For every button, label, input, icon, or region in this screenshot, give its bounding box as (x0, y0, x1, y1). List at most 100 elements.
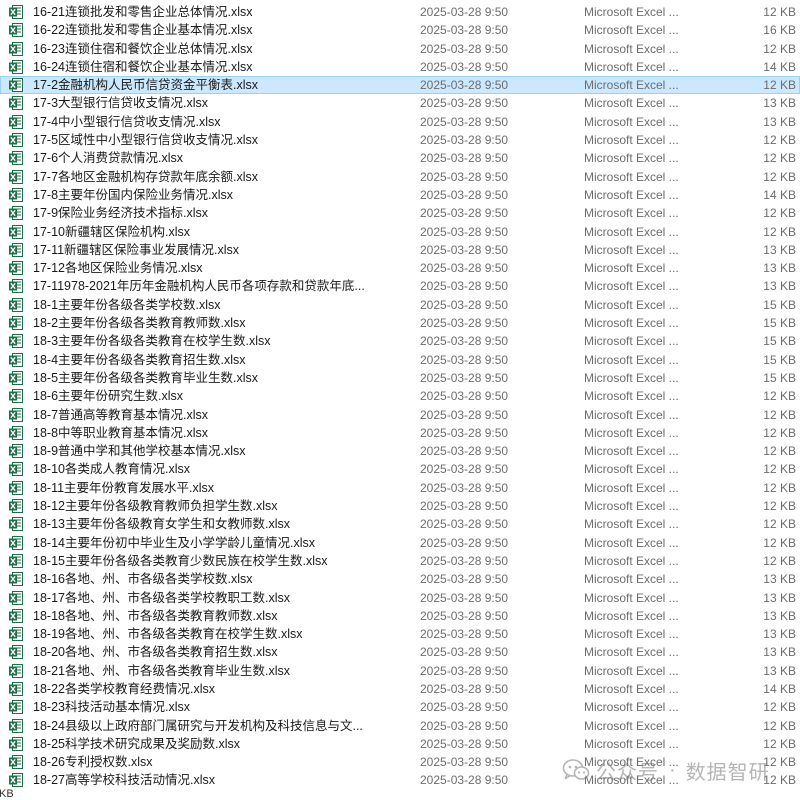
file-type: Microsoft Excel ... (584, 297, 679, 312)
file-size: 12 KB (763, 78, 796, 93)
file-row[interactable]: 17-7各地区金融机构存贷款年底余额.xlsx 2025-03-28 9:50 Mi… (0, 168, 800, 186)
file-type: Microsoft Excel ... (584, 114, 679, 129)
file-type: Microsoft Excel ... (584, 187, 679, 202)
file-row[interactable]: 18-16各地、州、市各级各类学校数.xlsx 2025-03-28 9:50 Mi… (0, 570, 800, 588)
file-type: Microsoft Excel ... (584, 425, 679, 440)
file-date-modified: 2025-03-28 9:50 (420, 608, 509, 623)
file-row[interactable]: 18-2主要年份各级各类教育教师数.xlsx 2025-03-28 9:50 Mic… (0, 314, 800, 332)
file-row[interactable]: 18-13主要年份各级教育女学生和女教师数.xlsx 2025-03-28 9:5… (0, 515, 800, 533)
file-size: 13 KB (763, 242, 796, 257)
file-type: Microsoft Excel ... (584, 553, 679, 568)
file-row[interactable]: 18-11主要年份教育发展水平.xlsx 2025-03-28 9:50 Micro… (0, 479, 800, 497)
file-row[interactable]: 17-9保险业务经济技术指标.xlsx 2025-03-28 9:50 Micros… (0, 204, 800, 222)
file-row[interactable]: 18-12主要年份各级教育教师负担学生数.xlsx 2025-03-28 9:50… (0, 497, 800, 515)
file-date-modified: 2025-03-28 9:50 (420, 480, 509, 495)
excel-file-icon (9, 334, 23, 349)
file-name: 16-22连锁批发和零售企业基本情况.xlsx (33, 23, 253, 38)
file-size: 12 KB (763, 41, 796, 56)
excel-file-icon (9, 78, 23, 93)
file-name: 18-6主要年份研究生数.xlsx (33, 389, 184, 404)
file-row[interactable]: 18-5主要年份各级各类教育毕业生数.xlsx 2025-03-28 9:50 Mi… (0, 369, 800, 387)
file-row[interactable]: 18-7普通高等教育基本情况.xlsx 2025-03-28 9:50 Micros… (0, 406, 800, 424)
file-type: Microsoft Excel ... (584, 517, 679, 532)
file-row[interactable]: 16-24连锁住宿和餐饮企业基本情况.xlsx 2025-03-28 9:50 Mi… (0, 58, 800, 76)
file-row[interactable]: 18-20各地、州、市各级各类教育招生数.xlsx 2025-03-28 9:50… (0, 643, 800, 661)
file-row[interactable]: 18-21各地、州、市各级各类教育毕业生数.xlsx 2025-03-28 9:5… (0, 662, 800, 680)
file-size: 12 KB (763, 700, 796, 715)
file-row[interactable]: 18-9普通中学和其他学校基本情况.xlsx 2025-03-28 9:50 Mic… (0, 442, 800, 460)
file-name: 18-13主要年份各级教育女学生和女教师数.xlsx (33, 517, 290, 532)
excel-file-icon (9, 5, 23, 19)
file-row[interactable]: 18-17各地、州、市各级各类学校教职工数.xlsx 2025-03-28 9:5… (0, 589, 800, 607)
file-type: Microsoft Excel ... (584, 389, 679, 404)
file-type: Microsoft Excel ... (584, 681, 679, 696)
file-row[interactable]: 18-15主要年份各级各类教育少数民族在校学生数.xlsx 2025-03-28 … (0, 552, 800, 570)
file-name: 17-3大型银行信贷收支情况.xlsx (33, 96, 209, 111)
file-size: 12 KB (763, 151, 796, 166)
file-date-modified: 2025-03-28 9:50 (420, 23, 509, 38)
file-size: 12 KB (763, 535, 796, 550)
file-type: Microsoft Excel ... (584, 41, 679, 56)
file-size: 12 KB (763, 718, 796, 733)
file-row[interactable]: 17-6个人消费贷款情况.xlsx 2025-03-28 9:50 Microsof… (0, 149, 800, 167)
file-row[interactable]: 18-25科学技术研究成果及奖励数.xlsx 2025-03-28 9:50 Mic… (0, 735, 800, 753)
file-row[interactable]: 17-11978-2021年历年金融机构人民币各项存款和贷款年底... 2025-… (0, 277, 800, 295)
file-row[interactable]: 18-18各地、州、市各级各类教育教师数.xlsx 2025-03-28 9:50… (0, 607, 800, 625)
file-row[interactable]: 16-22连锁批发和零售企业基本情况.xlsx 2025-03-28 9:50 Mi… (0, 21, 800, 39)
file-row[interactable]: 18-19各地、州、市各级各类教育在校学生数.xlsx 2025-03-28 9:… (0, 625, 800, 643)
file-name: 18-3主要年份各级各类教育在校学生数.xlsx (33, 334, 271, 349)
file-row[interactable]: 18-14主要年份初中毕业生及小学学龄儿童情况.xlsx 2025-03-28 9… (0, 534, 800, 552)
file-date-modified: 2025-03-28 9:50 (420, 700, 509, 715)
file-row[interactable]: 18-3主要年份各级各类教育在校学生数.xlsx 2025-03-28 9:50 M… (0, 332, 800, 350)
file-row[interactable]: 17-3大型银行信贷收支情况.xlsx 2025-03-28 9:50 Micros… (0, 94, 800, 112)
file-type: Microsoft Excel ... (584, 224, 679, 239)
file-name: 17-9保险业务经济技术指标.xlsx (33, 206, 209, 221)
file-name: 18-11主要年份教育发展水平.xlsx (33, 480, 215, 495)
file-row[interactable]: 17-10新疆辖区保险机构.xlsx 2025-03-28 9:50 Microso… (0, 223, 800, 241)
file-date-modified: 2025-03-28 9:50 (420, 133, 509, 148)
file-date-modified: 2025-03-28 9:50 (420, 352, 509, 367)
file-size: 15 KB (763, 370, 796, 385)
file-row[interactable]: 18-22各类学校教育经费情况.xlsx 2025-03-28 9:50 Micro… (0, 680, 800, 698)
file-type: Microsoft Excel ... (584, 59, 679, 74)
file-name: 18-20各地、州、市各级各类教育招生数.xlsx (33, 645, 278, 660)
file-size: 13 KB (763, 663, 796, 678)
file-date-modified: 2025-03-28 9:50 (420, 297, 509, 312)
file-date-modified: 2025-03-28 9:50 (420, 389, 509, 404)
file-row[interactable]: 18-8中等职业教育基本情况.xlsx 2025-03-28 9:50 Micros… (0, 424, 800, 442)
excel-file-icon (9, 389, 23, 404)
file-row[interactable]: 17-8主要年份国内保险业务情况.xlsx 2025-03-28 9:50 Micr… (0, 186, 800, 204)
file-row[interactable]: 17-2金融机构人民币信贷资金平衡表.xlsx 2025-03-28 9:50 Mi… (0, 76, 800, 95)
file-date-modified: 2025-03-28 9:50 (420, 736, 509, 751)
file-date-modified: 2025-03-28 9:50 (420, 444, 509, 459)
file-type: Microsoft Excel ... (584, 627, 679, 642)
file-size: 12 KB (763, 444, 796, 459)
file-row[interactable]: 17-12各地区保险业务情况.xlsx 2025-03-28 9:50 Micros… (0, 259, 800, 277)
excel-file-icon (9, 297, 23, 312)
file-row[interactable]: 17-4中小型银行信贷收支情况.xlsx 2025-03-28 9:50 Micro… (0, 113, 800, 131)
file-type: Microsoft Excel ... (584, 700, 679, 715)
file-row[interactable]: 16-23连锁住宿和餐饮企业总体情况.xlsx 2025-03-28 9:50 Mi… (0, 40, 800, 58)
watermark: 公众号 · 数据智研 (562, 755, 770, 785)
file-date-modified: 2025-03-28 9:50 (420, 553, 509, 568)
file-row[interactable]: 18-23科技活动基本情况.xlsx 2025-03-28 9:50 Microso… (0, 698, 800, 716)
file-row[interactable]: 18-4主要年份各级各类教育招生数.xlsx 2025-03-28 9:50 Mic… (0, 351, 800, 369)
file-date-modified: 2025-03-28 9:50 (420, 645, 509, 660)
file-row[interactable]: 17-5区域性中小型银行信贷收支情况.xlsx 2025-03-28 9:50 Mi… (0, 131, 800, 149)
file-name: 17-5区域性中小型银行信贷收支情况.xlsx (33, 133, 259, 148)
file-row[interactable]: 18-6主要年份研究生数.xlsx 2025-03-28 9:50 Microsof… (0, 387, 800, 405)
file-type: Microsoft Excel ... (584, 499, 679, 514)
file-size: 15 KB (763, 352, 796, 367)
file-row[interactable]: 18-24县级以上政府部门属研究与开发机构及科技信息与文... 2025-03-2… (0, 717, 800, 735)
file-size: 13 KB (763, 608, 796, 623)
file-row[interactable]: 16-21连锁批发和零售企业总体情况.xlsx 2025-03-28 9:50 Mi… (0, 3, 800, 21)
file-list: 16-21连锁批发和零售企业总体情况.xlsx 2025-03-28 9:50 Mi… (0, 3, 800, 790)
file-size: 12 KB (763, 425, 796, 440)
file-row[interactable]: 17-11新疆辖区保险事业发展情况.xlsx 2025-03-28 9:50 Mic… (0, 241, 800, 259)
file-type: Microsoft Excel ... (584, 151, 679, 166)
file-size: 12 KB (763, 499, 796, 514)
file-type: Microsoft Excel ... (584, 5, 679, 19)
file-row[interactable]: 18-1主要年份各级各类学校数.xlsx 2025-03-28 9:50 Micro… (0, 296, 800, 314)
file-size: 13 KB (763, 627, 796, 642)
file-row[interactable]: 18-10各类成人教育情况.xlsx 2025-03-28 9:50 Microso… (0, 460, 800, 478)
